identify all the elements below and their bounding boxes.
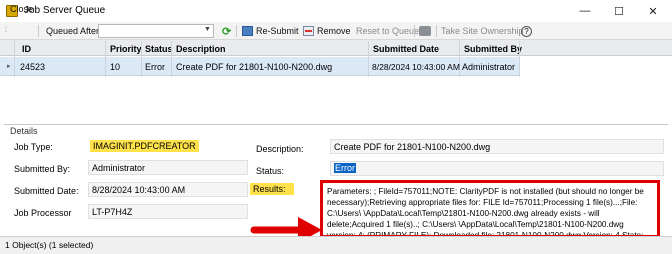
toolbar-separator (236, 25, 237, 37)
column-header-description[interactable]: Description (176, 44, 226, 54)
status-bar-text: 1 Object(s) (1 selected) (5, 240, 94, 250)
grid-header (0, 40, 672, 56)
reset-to-queue-button[interactable]: Reset to Queue (356, 24, 419, 38)
cell-description: Create PDF for 21801-N100-N200.dwg (176, 62, 333, 72)
job-processor-value: LT-P7H4Z (92, 207, 133, 217)
column-divider (519, 41, 520, 77)
take-site-ownership-button[interactable]: Take Site Ownership (441, 24, 524, 38)
cell-status: Error (145, 62, 165, 72)
remove-button[interactable]: Remove (303, 24, 351, 38)
cell-priority: 10 (110, 62, 121, 72)
resubmit-button[interactable]: Re-Submit (242, 24, 299, 38)
submitted-by-label: Submitted By: (14, 164, 71, 174)
column-divider (105, 41, 106, 77)
toolbar-separator (414, 25, 415, 37)
column-header-id[interactable]: ID (22, 44, 31, 54)
resubmit-icon (242, 26, 253, 36)
maximize-button[interactable]: ☐ (602, 2, 636, 20)
status-bar (0, 236, 672, 254)
job-type-label: Job Type: (14, 142, 53, 152)
status-value[interactable]: Error (334, 163, 356, 173)
row-expand-icon[interactable]: ▸ (7, 62, 11, 70)
close-window-button[interactable]: ✕ (636, 2, 670, 20)
cell-submitted-date: 8/28/2024 10:43:00 AM (372, 62, 460, 72)
cell-submitted-by: Administrator (462, 62, 516, 72)
submitted-date-value: 8/28/2024 10:43:00 AM (92, 185, 186, 195)
column-header-priority[interactable]: Priority (110, 44, 142, 54)
printer-icon (419, 26, 431, 36)
results-label: Results: (250, 183, 294, 195)
queued-after-label: Queued After: (46, 26, 102, 36)
results-value: Parameters: ; FileId=757011;NOTE: Clarit… (327, 187, 644, 238)
minimize-button[interactable]: — (568, 2, 602, 20)
toolbar-separator (38, 25, 39, 37)
cell-id: 24523 (20, 62, 46, 72)
toolbar-separator (436, 25, 437, 37)
status-field (330, 161, 664, 176)
column-divider (14, 41, 15, 77)
column-header-submitted-by[interactable]: Submitted By (464, 44, 522, 54)
column-divider (171, 41, 172, 77)
results-field[interactable]: Parameters: ; FileId=757011;NOTE: Clarit… (320, 180, 660, 238)
status-label: Status: (256, 166, 285, 176)
refresh-icon: ⟳ (222, 25, 232, 38)
chevron-down-icon[interactable]: ▼ (204, 26, 211, 33)
description-value: Create PDF for 21801-N100-N200.dwg (334, 142, 491, 152)
column-divider (141, 41, 142, 77)
details-heading: Details (10, 126, 38, 136)
window-title: Job Server Queue (24, 5, 106, 16)
column-divider (368, 41, 369, 77)
help-button[interactable]: ? (521, 24, 532, 38)
remove-icon (303, 26, 314, 36)
submitted-date-label: Submitted Date: (14, 186, 79, 196)
refresh-button[interactable]: ⟳ (222, 24, 231, 38)
submitted-by-value: Administrator (92, 163, 146, 173)
queued-after-combo[interactable] (98, 24, 214, 38)
job-processor-label: Job Processor (14, 208, 72, 218)
print-button[interactable] (419, 24, 431, 38)
column-header-status[interactable]: Status (145, 44, 173, 54)
description-label: Description: (256, 144, 304, 154)
job-type-value: IMAGINIT.PDFCREATOR (90, 140, 199, 152)
close-button[interactable]: Close (10, 2, 33, 16)
column-header-submitted-date[interactable]: Submitted Date (373, 44, 439, 54)
toolbar-grip-icon: ⋮ (3, 27, 9, 33)
help-icon: ? (521, 25, 532, 37)
